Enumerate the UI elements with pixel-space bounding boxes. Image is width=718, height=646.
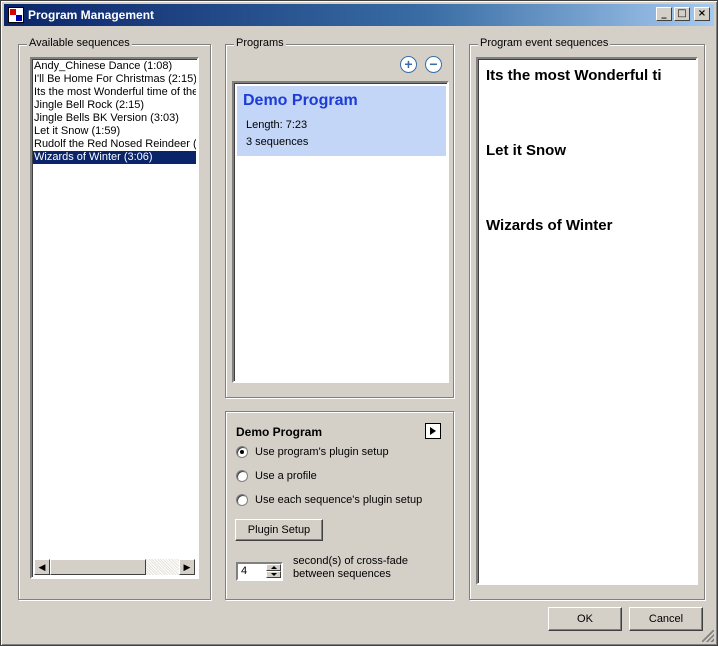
add-program-icon[interactable]: + (400, 56, 417, 73)
list-item[interactable]: Wizards of Winter (3:06) (33, 151, 196, 164)
window-title: Program Management (28, 8, 155, 22)
program-event-sequences-list[interactable]: Its the most Wonderful ti Let it Snow Wi… (476, 57, 698, 585)
radio-label: Use program's plugin setup (255, 446, 389, 458)
title-bar[interactable]: Program Management _ □ × (4, 4, 714, 26)
program-management-window: Program Management _ □ × Available seque… (0, 0, 718, 646)
radio-sequence-plugin-setup[interactable]: Use each sequence's plugin setup (236, 494, 422, 506)
list-item[interactable]: Jingle Bells BK Version (3:03) (33, 112, 196, 125)
play-icon[interactable] (425, 423, 441, 439)
event-sequence-item[interactable]: Its the most Wonderful ti (486, 67, 662, 84)
cancel-button[interactable]: Cancel (629, 607, 703, 631)
close-button[interactable]: × (694, 7, 710, 21)
available-sequences-label: Available sequences (27, 37, 132, 49)
radio-program-plugin-setup[interactable]: Use program's plugin setup (236, 446, 389, 458)
program-event-sequences-label: Program event sequences (478, 37, 611, 49)
programs-group: Programs + − Demo Program Length: 7:23 3… (225, 37, 454, 398)
program-event-sequences-group: Program event sequences Its the most Won… (469, 37, 705, 600)
list-item[interactable]: I'll Be Home For Christmas (2:15) (33, 73, 196, 86)
stepper-down-icon[interactable] (266, 571, 281, 578)
available-sequences-list[interactable]: Andy_Chinese Dance (1:08) I'll Be Home Fo… (30, 57, 199, 579)
scroll-right-button[interactable]: ▶ (179, 559, 195, 575)
radio-label: Use each sequence's plugin setup (255, 494, 423, 506)
list-item[interactable]: Jingle Bell Rock (2:15) (33, 99, 196, 112)
radio-button[interactable] (236, 446, 248, 458)
crossfade-label-line-1: second(s) of cross-fade (293, 555, 408, 567)
radio-label: Use a profile (255, 470, 317, 482)
event-sequence-item[interactable]: Let it Snow (486, 142, 566, 159)
scroll-left-button[interactable]: ◀ (34, 559, 50, 575)
stepper-buttons (266, 564, 281, 579)
program-length: Length: 7:23 (246, 119, 308, 131)
programs-list[interactable]: Demo Program Length: 7:23 3 sequences (232, 81, 449, 383)
crossfade-stepper[interactable]: 4 (236, 562, 283, 581)
minimize-button[interactable]: _ (656, 7, 672, 21)
window-controls: _ □ × (656, 7, 710, 21)
radio-button[interactable] (236, 494, 248, 506)
scroll-thumb[interactable] (50, 559, 146, 575)
radio-button[interactable] (236, 470, 248, 482)
resize-grip-icon[interactable] (702, 630, 714, 642)
remove-program-icon[interactable]: − (425, 56, 442, 73)
crossfade-value[interactable]: 4 (241, 565, 247, 577)
program-details-title: Demo Program (236, 425, 323, 439)
list-item[interactable]: Rudolf the Red Nosed Reindeer (2 (33, 138, 196, 151)
list-item[interactable]: Andy_Chinese Dance (1:08) (33, 60, 196, 73)
plugin-setup-button[interactable]: Plugin Setup (235, 519, 323, 541)
crossfade-label: second(s) of cross-fade between sequence… (293, 555, 433, 581)
stepper-up-icon[interactable] (266, 564, 281, 571)
list-item[interactable]: Let it Snow (1:59) (33, 125, 196, 138)
event-sequence-item[interactable]: Wizards of Winter (486, 217, 612, 234)
program-card[interactable]: Demo Program Length: 7:23 3 sequences (237, 86, 446, 156)
program-details-group: Demo Program Use program's plugin setup … (225, 411, 454, 600)
programs-label: Programs (234, 37, 286, 49)
ok-button[interactable]: OK (548, 607, 622, 631)
radio-use-profile[interactable]: Use a profile (236, 470, 317, 482)
list-item[interactable]: Its the most Wonderful time of the y (33, 86, 196, 99)
crossfade-label-line-2: between sequences (293, 568, 391, 580)
app-icon (8, 7, 24, 23)
program-name: Demo Program (243, 92, 358, 109)
available-sequences-items: Andy_Chinese Dance (1:08) I'll Be Home Fo… (32, 59, 197, 165)
scroll-track[interactable] (146, 559, 179, 575)
program-sequence-count: 3 sequences (246, 136, 309, 148)
available-sequences-group: Available sequences Andy_Chinese Dance (… (18, 37, 211, 600)
horizontal-scrollbar[interactable]: ◀ ▶ (34, 559, 195, 575)
maximize-button[interactable]: □ (674, 7, 690, 21)
